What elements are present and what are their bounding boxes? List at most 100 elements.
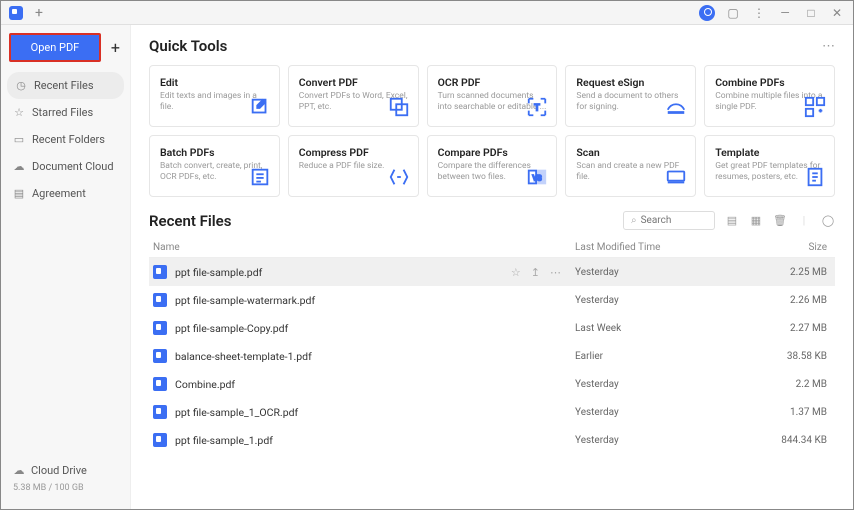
table-header: Name Last Modified Time Size bbox=[149, 238, 835, 258]
tool-card-template[interactable]: TemplateGet great PDF templates for resu… bbox=[704, 135, 835, 197]
file-row[interactable]: Combine.pdfYesterday2.2 MB bbox=[149, 370, 835, 398]
sidebar-item-label: Recent Files bbox=[34, 79, 94, 92]
create-pdf-button[interactable]: + bbox=[109, 38, 122, 57]
cloud-drive-label: Cloud Drive bbox=[31, 464, 87, 477]
file-name: ppt file-sample-Copy.pdf bbox=[175, 322, 575, 335]
user-avatar-icon[interactable] bbox=[699, 5, 715, 21]
app-logo-icon bbox=[9, 6, 23, 20]
list-view-icon[interactable]: ▤ bbox=[725, 214, 739, 228]
file-size: 38.58 KB bbox=[775, 351, 835, 362]
recent-files-title: Recent Files bbox=[149, 212, 231, 230]
sidebar-item-recent-folders[interactable]: ▭ Recent Folders bbox=[1, 126, 130, 153]
tool-card-batch-pdfs[interactable]: Batch PDFsBatch convert, create, print, … bbox=[149, 135, 280, 197]
tool-title: Compress PDF bbox=[299, 146, 408, 159]
file-date: Earlier bbox=[575, 351, 775, 362]
open-pdf-button[interactable]: Open PDF bbox=[9, 33, 101, 62]
file-row[interactable]: ppt file-sample-Copy.pdfLast Week2.27 MB bbox=[149, 314, 835, 342]
trash-icon[interactable]: 🗑 bbox=[773, 214, 787, 228]
tool-title: Edit bbox=[160, 76, 269, 89]
file-row[interactable]: ppt file-sample.pdf☆ ↥ ⋯ Yesterday2.25 MB bbox=[149, 258, 835, 286]
star-icon[interactable]: ☆ bbox=[511, 266, 521, 279]
document-icon: ▤ bbox=[13, 188, 25, 200]
convert-icon bbox=[388, 96, 410, 118]
file-row[interactable]: balance-sheet-template-1.pdfEarlier38.58… bbox=[149, 342, 835, 370]
file-row[interactable]: ppt file-sample_1_OCR.pdfYesterday1.37 M… bbox=[149, 398, 835, 426]
file-name: Combine.pdf bbox=[175, 378, 575, 391]
file-name: balance-sheet-template-1.pdf bbox=[175, 350, 575, 363]
file-size: 2.27 MB bbox=[775, 323, 835, 334]
tool-title: Scan bbox=[576, 146, 685, 159]
search-box[interactable]: ⌕ bbox=[623, 211, 715, 230]
tool-card-compress-pdf[interactable]: Compress PDFReduce a PDF file size. bbox=[288, 135, 419, 197]
esign-icon bbox=[665, 96, 687, 118]
divider: | bbox=[797, 214, 811, 228]
sidebar-item-label: Recent Folders bbox=[32, 133, 105, 146]
sidebar-item-starred-files[interactable]: ☆ Starred Files bbox=[1, 99, 130, 126]
menu-icon[interactable]: ⋮ bbox=[751, 6, 767, 20]
sidebar-item-recent-files[interactable]: ◷ Recent Files bbox=[7, 72, 124, 99]
tool-card-combine-pdfs[interactable]: Combine PDFsCombine multiple files into … bbox=[704, 65, 835, 127]
file-date: Yesterday bbox=[575, 267, 775, 278]
cloud-icon: ☁ bbox=[13, 465, 25, 477]
tool-card-ocr-pdf[interactable]: OCR PDFTurn scanned documents into searc… bbox=[427, 65, 558, 127]
sidebar-item-label: Document Cloud bbox=[32, 160, 114, 173]
new-tab-button[interactable]: + bbox=[31, 5, 47, 21]
file-size: 844.34 KB bbox=[775, 435, 835, 446]
tool-title: Batch PDFs bbox=[160, 146, 269, 159]
sidebar-item-agreement[interactable]: ▤ Agreement bbox=[1, 180, 130, 207]
file-name: ppt file-sample_1.pdf bbox=[175, 434, 575, 447]
refresh-icon[interactable]: ◯ bbox=[821, 214, 835, 228]
file-row[interactable]: ppt file-sample-watermark.pdfYesterday2.… bbox=[149, 286, 835, 314]
cloud-icon: ☁ bbox=[13, 161, 25, 173]
pdf-file-icon bbox=[153, 321, 167, 335]
file-size: 2.26 MB bbox=[775, 295, 835, 306]
column-date[interactable]: Last Modified Time bbox=[575, 242, 775, 253]
tool-card-compare-pdfs[interactable]: Compare PDFsCompare the differences betw… bbox=[427, 135, 558, 197]
column-name[interactable]: Name bbox=[149, 242, 575, 253]
file-name: ppt file-sample_1_OCR.pdf bbox=[175, 406, 575, 419]
main-panel: Quick Tools ⋯ EditEdit texts and images … bbox=[131, 25, 853, 509]
cloud-drive-link[interactable]: ☁ Cloud Drive bbox=[13, 464, 118, 477]
search-input[interactable] bbox=[641, 215, 707, 226]
quick-tools-title: Quick Tools bbox=[149, 37, 227, 55]
quick-tools-more-button[interactable]: ⋯ bbox=[822, 39, 835, 54]
sidebar: Open PDF + ◷ Recent Files ☆ Starred File… bbox=[1, 25, 131, 509]
file-row[interactable]: ppt file-sample_1.pdfYesterday844.34 KB bbox=[149, 426, 835, 454]
pdf-file-icon bbox=[153, 349, 167, 363]
pdf-file-icon bbox=[153, 405, 167, 419]
maximize-icon[interactable]: □ bbox=[803, 6, 819, 20]
tool-title: Request eSign bbox=[576, 76, 685, 89]
compress-icon bbox=[388, 166, 410, 188]
star-icon: ☆ bbox=[13, 107, 25, 119]
upload-icon[interactable]: ↥ bbox=[531, 266, 540, 279]
file-size: 1.37 MB bbox=[775, 407, 835, 418]
sidebar-item-label: Agreement bbox=[32, 187, 86, 200]
pdf-file-icon bbox=[153, 377, 167, 391]
minimize-icon[interactable]: — bbox=[777, 6, 793, 20]
search-icon: ⌕ bbox=[631, 215, 637, 226]
combine-icon bbox=[804, 96, 826, 118]
tool-title: Template bbox=[715, 146, 824, 159]
file-date: Yesterday bbox=[575, 435, 775, 446]
tool-card-scan[interactable]: ScanScan and create a new PDF file. bbox=[565, 135, 696, 197]
file-name: ppt file-sample-watermark.pdf bbox=[175, 294, 575, 307]
batch-icon bbox=[249, 166, 271, 188]
tool-card-convert-pdf[interactable]: Convert PDFConvert PDFs to Word, Excel, … bbox=[288, 65, 419, 127]
close-icon[interactable]: ✕ bbox=[829, 6, 845, 20]
file-list: ppt file-sample.pdf☆↥⋯Yesterday2.25 MBpp… bbox=[149, 258, 835, 454]
ocr-icon: T bbox=[526, 96, 548, 118]
column-size[interactable]: Size bbox=[775, 242, 835, 253]
file-size: 2.25 MB bbox=[775, 267, 835, 278]
tool-title: Combine PDFs bbox=[715, 76, 824, 89]
sidebar-item-document-cloud[interactable]: ☁ Document Cloud bbox=[1, 153, 130, 180]
tool-title: Compare PDFs bbox=[438, 146, 547, 159]
more-icon[interactable]: ⋯ bbox=[550, 266, 561, 279]
file-name: ppt file-sample.pdf bbox=[175, 266, 511, 279]
grid-view-icon[interactable]: ▦ bbox=[749, 214, 763, 228]
sidebar-item-label: Starred Files bbox=[32, 106, 93, 119]
tool-card-edit[interactable]: EditEdit texts and images in a file. bbox=[149, 65, 280, 127]
pdf-file-icon bbox=[153, 433, 167, 447]
app-window: + ▢ ⋮ — □ ✕ Open PDF + ◷ Recent Files ☆ … bbox=[0, 0, 854, 510]
feedback-icon[interactable]: ▢ bbox=[725, 6, 741, 20]
tool-card-request-esign[interactable]: Request eSignSend a document to others f… bbox=[565, 65, 696, 127]
